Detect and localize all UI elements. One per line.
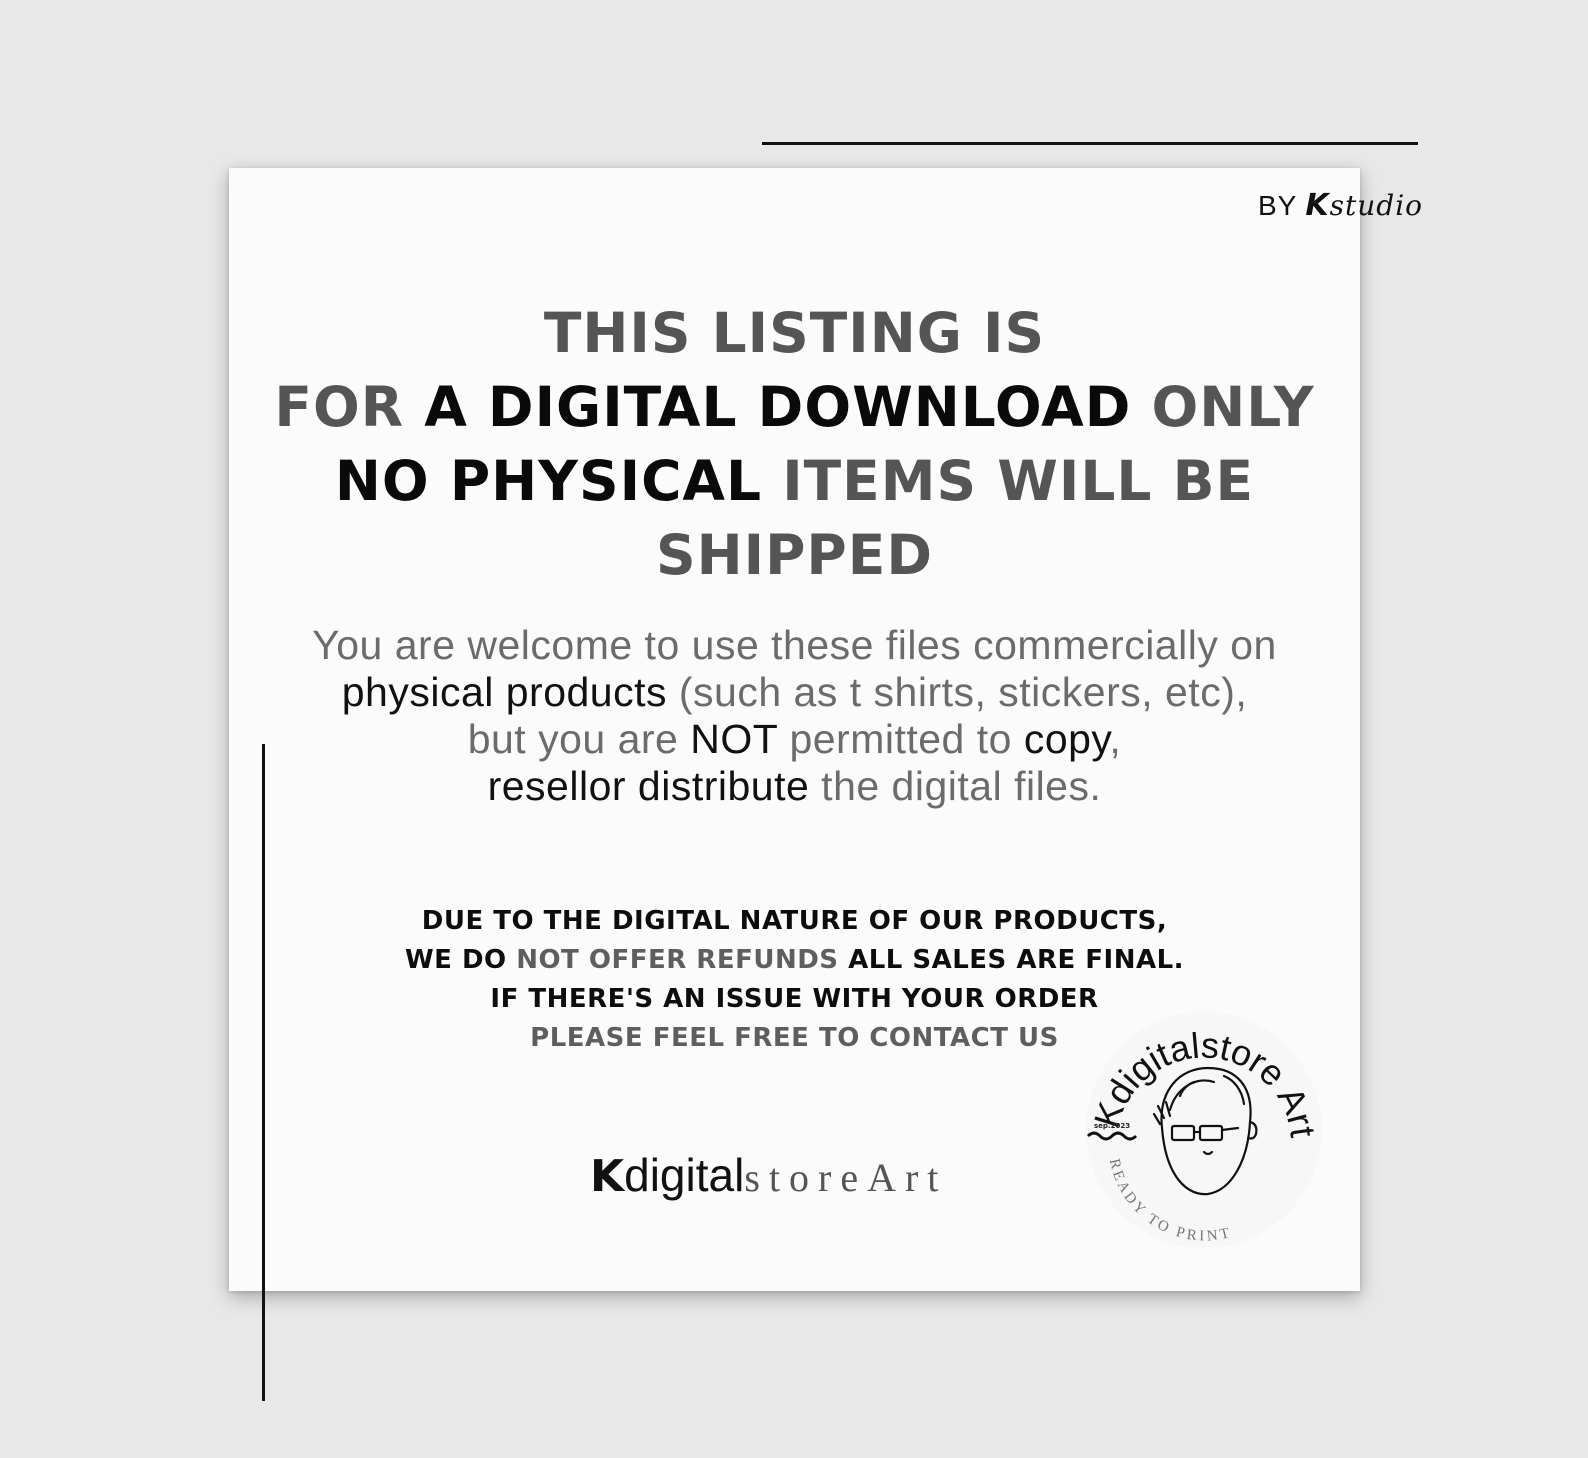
brand-seal-logo: Kdigitalstore Art READY TO PRINT sep.202… [1086, 1012, 1324, 1248]
byline-by: BY [1258, 190, 1298, 221]
usage-line3-copy: copy [1023, 716, 1110, 762]
headline-line-3: NO PHYSICAL ITEMS WILL BE [229, 444, 1360, 518]
byline: BY Kstudio [1258, 188, 1423, 223]
usage-line2-examples: (such as t shirts, stickers, etc), [667, 669, 1248, 715]
headline-line-1: THIS LISTING IS [229, 296, 1360, 370]
headline-line-2: FOR A DIGITAL DOWNLOAD ONLY [229, 370, 1360, 444]
wordmark-k: K [590, 1151, 625, 1202]
headline-line2-digital-download: A DIGITAL DOWNLOAD [424, 375, 1132, 439]
headline-line-4: SHIPPED [229, 518, 1360, 592]
notice-line-1: DUE TO THE DIGITAL NATURE OF OUR PRODUCT… [229, 902, 1360, 941]
byline-brand-studio: studio [1329, 189, 1423, 222]
wordmark-digital: digital [624, 1149, 745, 1201]
notice-line4-contact: PLEASE FEEL FREE TO CONTACT US [530, 1023, 1059, 1053]
usage-line-3: but you are NOT permitted to copy, [229, 716, 1360, 763]
usage-line3-permitted: permitted to [777, 716, 1024, 762]
usage-line3-comma: , [1109, 716, 1122, 762]
notice-line2-final: ALL SALES ARE FINAL. [838, 945, 1185, 975]
brand-wordmark: KdigitalstoreArt [590, 1148, 947, 1202]
wordmark-store-art: storeArt [744, 1155, 948, 1200]
headline-line2-only: ONLY [1131, 375, 1315, 439]
notice-line-2: WE DO NOT OFFER REFUNDS ALL SALES ARE FI… [229, 941, 1360, 980]
notice-line3-text: IF THERE'S AN ISSUE WITH YOUR ORDER [490, 984, 1099, 1014]
usage-line4-resell: resellor distribute [487, 763, 810, 809]
usage-line1-text: You are welcome to use these files comme… [312, 622, 1277, 668]
notice-line2-no-refunds: NOT OFFER REFUNDS [516, 945, 839, 975]
headline: THIS LISTING IS FOR A DIGITAL DOWNLOAD O… [229, 296, 1360, 592]
headline-line3-no-physical: NO PHYSICAL [334, 449, 763, 513]
headline-line3-items-will-be: ITEMS WILL BE [762, 449, 1255, 513]
headline-line4-shipped: SHIPPED [656, 523, 933, 587]
usage-line4-digital-files: the digital files. [809, 763, 1102, 809]
headline-line2-for: FOR [274, 375, 425, 439]
usage-line-1: You are welcome to use these files comme… [229, 622, 1360, 669]
usage-terms: You are welcome to use these files comme… [229, 622, 1360, 810]
byline-brand-k: K [1305, 188, 1330, 223]
top-decorative-rule [762, 142, 1418, 145]
usage-line-4: resellor distribute the digital files. [229, 763, 1360, 810]
usage-line-2: physical products (such as t shirts, sti… [229, 669, 1360, 716]
headline-line1-text: THIS LISTING IS [543, 301, 1046, 365]
usage-line3-but: but you are [467, 716, 691, 762]
notice-line2-we-do: WE DO [404, 945, 517, 975]
usage-line3-not: NOT [690, 716, 778, 762]
left-decorative-rule [262, 744, 265, 1401]
notice-line1-text: DUE TO THE DIGITAL NATURE OF OUR PRODUCT… [421, 906, 1168, 936]
usage-line2-physical-products: physical products [341, 669, 668, 715]
seal-date: sep.2023 [1094, 1122, 1130, 1130]
